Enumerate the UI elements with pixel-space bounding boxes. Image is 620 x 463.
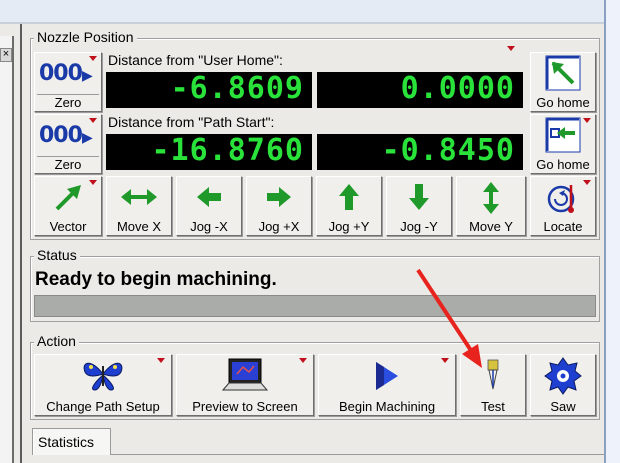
status-message: Ready to begin machining. [35,269,277,290]
jog-plus-y-button[interactable]: Jog +Y [316,176,382,236]
window-right-border [604,0,620,463]
path-start-y-readout: -0.8450 [317,134,523,170]
go-home-user-home-button[interactable]: Go home [530,52,596,112]
vector-button[interactable]: Vector [34,176,102,236]
left-side-panel [0,36,14,463]
panel-splitter[interactable] [20,24,22,463]
locate-label: Locate [543,219,583,234]
left-panel-close-button[interactable]: × [0,48,12,62]
user-home-x-readout: -6.8609 [106,72,312,108]
test-tool-icon [461,359,525,394]
locate-icon [531,181,595,218]
dropdown-marker [157,358,165,363]
go-home-path-start-button[interactable]: Go home [530,114,596,174]
zero-icon: 000▶ [39,123,93,148]
preview-to-screen-button[interactable]: Preview to Screen [176,354,314,416]
path-start-x-readout: -16.8760 [106,134,312,170]
window-top-divider [0,22,620,24]
path-start-distance-label: Distance from "Path Start": [108,114,275,130]
jog-minus-x-button[interactable]: Jog -X [176,176,242,236]
locate-button[interactable]: Locate [530,176,596,236]
dropdown-marker [583,180,591,185]
move-x-button[interactable]: Move X [106,176,172,236]
change-path-setup-button[interactable]: Change Path Setup [34,354,172,416]
butterfly-icon [35,358,171,395]
play-triangle-icon [319,360,455,395]
zero-button-label: Zero [37,156,99,172]
move-x-icon [107,181,171,216]
action-title: Action [34,333,79,349]
nozzle-position-title: Nozzle Position [34,29,137,45]
jog-plus-x-button[interactable]: Jog +X [246,176,312,236]
tab-strip-line [110,454,604,455]
user-home-distance-label: Distance from "User Home": [108,52,283,68]
go-home-icon [531,55,595,94]
saw-label: Saw [550,399,576,414]
laptop-preview-icon [177,358,313,395]
zero-icon: 000▶ [39,61,93,86]
saw-button[interactable]: Saw [530,354,596,416]
zero-path-start-button[interactable]: 000▶ Zero [34,114,102,174]
begin-machining-label: Begin Machining [338,399,436,414]
dropdown-marker [89,56,97,61]
begin-machining-button[interactable]: Begin Machining [318,354,456,416]
move-y-label: Move Y [469,219,513,234]
vector-label: Vector [49,219,87,234]
move-y-button[interactable]: Move Y [456,176,526,236]
jog-left-arrow-icon [177,181,241,216]
dropdown-marker [89,118,97,123]
move-x-label: Move X [116,219,162,234]
dropdown-marker[interactable] [507,46,515,51]
change-path-setup-label: Change Path Setup [46,399,160,414]
go-home-label: Go home [536,95,590,110]
jog-up-arrow-icon [317,181,381,216]
progress-bar [34,295,596,317]
zero-user-home-button[interactable]: 000▶ Zero [34,52,102,112]
saw-blade-icon [531,357,595,398]
test-button[interactable]: Test [460,354,526,416]
jog-right-arrow-icon [247,181,311,216]
user-home-y-readout: 0.0000 [317,72,523,108]
tab-statistics[interactable]: Statistics [32,428,111,455]
dropdown-marker [441,358,449,363]
jog-plus-x-label: Jog +X [258,219,300,234]
jog-minus-x-label: Jog -X [190,219,228,234]
jog-down-arrow-icon [387,181,451,216]
zero-button-label: Zero [37,94,99,110]
dropdown-marker [583,118,591,123]
jog-minus-y-button[interactable]: Jog -Y [386,176,452,236]
jog-plus-y-label: Jog +Y [328,219,370,234]
move-y-icon [457,181,525,218]
vector-arrow-icon [35,181,101,216]
window-top-strip [0,0,620,24]
go-home-label: Go home [536,157,590,172]
status-title: Status [34,247,80,263]
jog-minus-y-label: Jog -Y [400,219,438,234]
dropdown-marker [299,358,307,363]
dropdown-marker [89,180,97,185]
test-label: Test [481,399,505,414]
preview-to-screen-label: Preview to Screen [192,399,298,414]
